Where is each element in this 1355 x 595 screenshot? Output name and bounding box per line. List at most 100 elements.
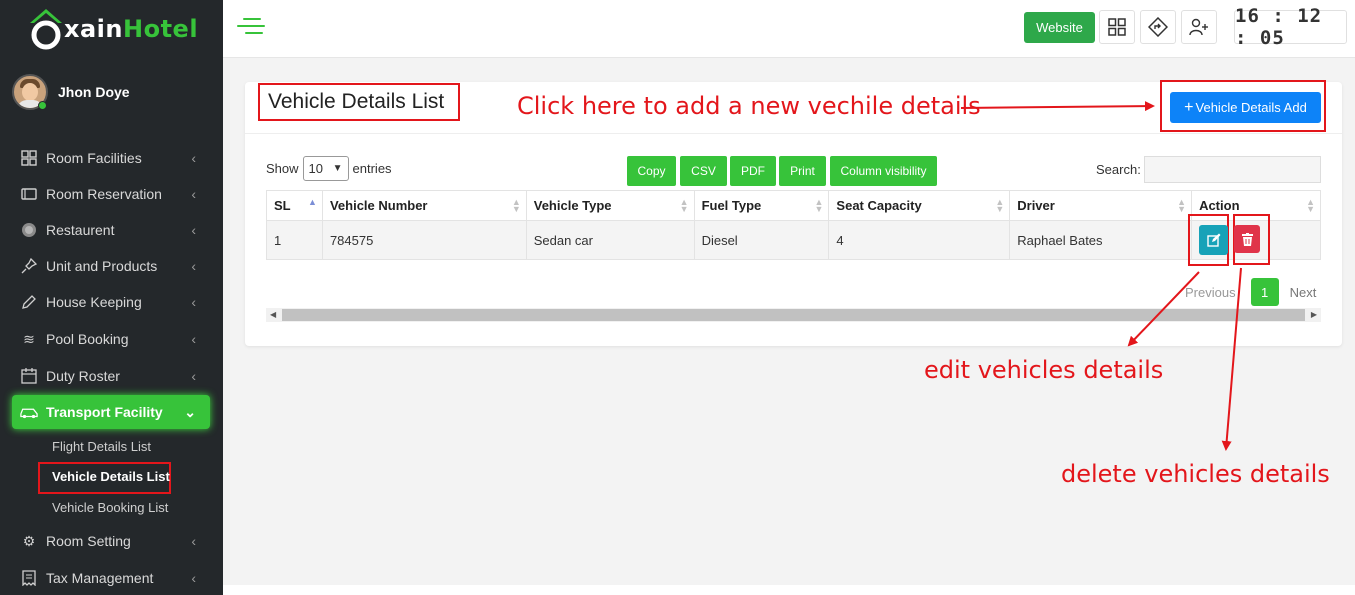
edit-icon	[1206, 233, 1220, 247]
chevron-left-icon: ‹	[191, 150, 196, 166]
column-header-driver[interactable]: Driver ▲ ▼	[1009, 190, 1193, 221]
search-label: Search:	[1096, 162, 1141, 177]
scroll-right-icon[interactable]: ▶	[1311, 308, 1317, 322]
chevron-down-icon: ⌄	[184, 403, 196, 420]
previous-page-button[interactable]: Previous	[1185, 285, 1236, 300]
column-header-vehicle-number[interactable]: Vehicle Number ▲ ▼	[321, 190, 527, 221]
sort-icon: ▲ ▼	[1306, 197, 1315, 214]
sort-icon: ▲ ▼	[679, 197, 689, 214]
horizontal-scrollbar[interactable]: ◀ ▶	[266, 308, 1321, 322]
user-profile[interactable]: Jhon Doye	[12, 74, 130, 110]
sidebar-item-label: Pool Booking	[46, 331, 129, 347]
show-label: Show	[266, 161, 299, 176]
annotation-edit-hint: edit vehicles details	[924, 356, 1164, 384]
entries-label: entries	[352, 161, 392, 176]
sidebar-item-pool-booking[interactable]: ≋ Pool Booking ‹	[12, 324, 210, 354]
cell-vehicle-number: 784575	[321, 220, 527, 260]
sidebar-item-transport-facility[interactable]: Transport Facility ⌄	[12, 395, 210, 429]
entries-control: Show 10 ▼ entries	[266, 156, 392, 181]
chevron-left-icon: ‹	[191, 533, 196, 549]
sort-icon: ▲ ▼	[814, 197, 824, 214]
cell-fuel-type: Diesel	[693, 220, 830, 260]
sidebar-item-duty-roster[interactable]: Duty Roster ‹	[12, 361, 210, 391]
sort-icon: ▲ ▼	[511, 197, 521, 214]
scrollbar-thumb[interactable]	[282, 309, 1305, 321]
column-header-fuel-type[interactable]: Fuel Type ▲ ▼	[693, 190, 830, 221]
sidebar-item-label: House Keeping	[46, 294, 142, 310]
annotation-add-hint: Click here to add a new vechile details	[517, 92, 981, 120]
entries-select[interactable]: 10 ▼	[302, 156, 349, 181]
scroll-left-icon[interactable]: ◀	[270, 308, 276, 322]
sub-item-flight-details-list[interactable]: Flight Details List	[52, 439, 151, 454]
add-button-label: Vehicle Details Add	[1195, 100, 1307, 115]
chevron-left-icon: ‹	[191, 222, 196, 238]
chevron-left-icon: ‹	[191, 570, 196, 586]
sidebar-item-label: Transport Facility	[46, 404, 163, 420]
sidebar-item-room-reservation[interactable]: Room Reservation ‹	[12, 179, 210, 209]
sidebar-item-label: Room Setting	[46, 533, 131, 549]
plus-icon: +	[1184, 98, 1194, 116]
sidebar-item-restaurent[interactable]: Restaurent ‹	[12, 215, 210, 245]
chevron-left-icon: ‹	[191, 331, 196, 347]
receipt-icon	[20, 569, 38, 587]
logo-text-main: xain	[64, 15, 123, 43]
cell-vehicle-type: Sedan car	[525, 220, 695, 260]
table-header-row: SL ▲ Vehicle Number ▲ ▼ Vehicle Type ▲ ▼ Fuel…	[266, 190, 1321, 221]
logo-text-accent: Hotel	[123, 15, 199, 43]
chevron-left-icon: ‹	[191, 294, 196, 310]
page-title: Vehicle Details List	[258, 83, 460, 121]
clock: 16 : 12 : 05	[1234, 5, 1347, 49]
add-vehicle-details-button[interactable]: + Vehicle Details Add	[1170, 92, 1321, 123]
copy-button[interactable]: Copy	[627, 156, 676, 186]
sidebar-item-label: Unit and Products	[46, 258, 158, 274]
sidebar-item-room-setting[interactable]: ⚙ Room Setting ‹	[12, 526, 210, 556]
chevron-left-icon: ‹	[191, 368, 196, 384]
sidebar-item-label: Room Facilities	[46, 150, 142, 166]
column-header-vehicle-type[interactable]: Vehicle Type ▲ ▼	[525, 190, 695, 221]
next-page-button[interactable]: Next	[1290, 285, 1317, 300]
chevron-down-icon: ▼	[332, 163, 343, 174]
waves-icon: ≋	[23, 330, 35, 347]
sidebar-item-room-facilities[interactable]: Room Facilities ‹	[12, 143, 210, 173]
grid-icon	[20, 149, 38, 167]
online-status-dot	[38, 101, 47, 110]
tv-icon	[20, 185, 38, 203]
footer	[223, 585, 1355, 595]
sidebar: xainHotel Jhon Doye Room Facilities ‹ Ro…	[0, 0, 223, 595]
sidebar-item-label: Tax Management	[46, 570, 154, 586]
restaurant-icon	[20, 221, 38, 239]
logo[interactable]: xainHotel	[26, 6, 198, 52]
website-button[interactable]: Website	[1024, 12, 1095, 43]
sort-asc-icon: ▲	[308, 197, 317, 207]
hotel-logo-icon	[30, 9, 62, 50]
page-1-button[interactable]: 1	[1250, 278, 1279, 306]
cell-driver: Raphael Bates	[1009, 220, 1193, 260]
sidebar-item-house-keeping[interactable]: House Keeping ‹	[12, 287, 210, 317]
search-input[interactable]	[1144, 156, 1321, 183]
delete-button[interactable]	[1234, 225, 1260, 253]
sidebar-item-tax-management[interactable]: Tax Management ‹	[12, 563, 210, 593]
edit-button[interactable]	[1199, 225, 1228, 255]
sub-item-vehicle-booking-list[interactable]: Vehicle Booking List	[52, 500, 168, 515]
vehicle-details-card: Vehicle Details List + Vehicle Details A…	[245, 80, 1342, 346]
vehicle-table: SL ▲ Vehicle Number ▲ ▼ Vehicle Type ▲ ▼ Fuel…	[266, 190, 1321, 260]
menu-toggle-icon[interactable]	[237, 18, 265, 36]
apps-grid-icon[interactable]	[1099, 10, 1135, 44]
directions-icon[interactable]	[1140, 10, 1176, 44]
add-user-icon[interactable]	[1181, 10, 1217, 44]
column-header-sl[interactable]: SL ▲	[266, 190, 323, 221]
pdf-button[interactable]: PDF	[730, 156, 776, 186]
print-button[interactable]: Print	[779, 156, 826, 186]
column-visibility-button[interactable]: Column visibility	[830, 156, 937, 186]
pin-icon	[20, 257, 38, 275]
sidebar-item-label: Restaurent	[46, 222, 115, 238]
sidebar-item-unit-and-products[interactable]: Unit and Products ‹	[12, 251, 210, 281]
sub-item-vehicle-details-list[interactable]: Vehicle Details List	[52, 469, 170, 484]
column-header-seat-capacity[interactable]: Seat Capacity ▲ ▼	[828, 190, 1011, 221]
csv-button[interactable]: CSV	[680, 156, 727, 186]
sort-icon: ▲ ▼	[995, 197, 1005, 214]
table-row: 1 784575 Sedan car Diesel 4 Raphael Bate…	[266, 220, 1321, 260]
user-name: Jhon Doye	[58, 84, 130, 100]
pagination: Previous 1 Next	[1185, 278, 1316, 306]
trash-icon	[1241, 232, 1253, 246]
